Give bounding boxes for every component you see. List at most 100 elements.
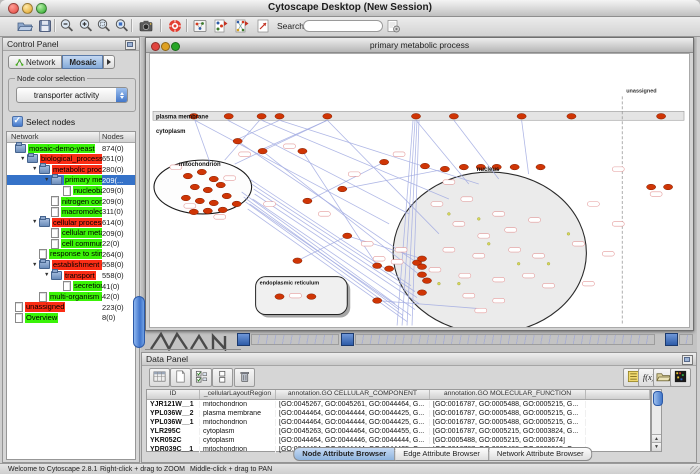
table-cell[interactable]: [GO:0005488, GO:0005215, GO:0003674] — [430, 437, 586, 444]
table-row[interactable]: YJR121W__1mitochondrion[GO:0045267, GO:0… — [147, 400, 650, 409]
network-node[interactable] — [323, 113, 332, 119]
node-label[interactable] — [529, 218, 541, 222]
network-node[interactable] — [181, 195, 190, 201]
network-name[interactable]: primary metabo — [64, 175, 102, 185]
window-resize-grip[interactable] — [690, 466, 700, 474]
table-cell[interactable]: YJR121W__1 — [147, 401, 200, 408]
node-label[interactable] — [395, 248, 407, 252]
import-network-icon[interactable] — [384, 18, 402, 35]
network-node[interactable] — [373, 263, 382, 269]
table-cell[interactable]: plasma membrane — [200, 410, 276, 417]
table-row[interactable]: YLR295Ccytoplasm[GO:0045263, GO:0044464,… — [147, 427, 650, 436]
background-window-corner[interactable] — [237, 333, 250, 346]
small-node[interactable] — [517, 262, 520, 265]
node-label[interactable] — [505, 228, 517, 232]
table-cell[interactable]: mitochondrion — [200, 419, 276, 426]
network-node[interactable] — [663, 184, 672, 190]
node-label[interactable] — [284, 144, 296, 148]
node-label[interactable] — [461, 197, 473, 201]
expand-arrow-icon[interactable]: ▼ — [44, 270, 51, 280]
zoom-out-icon[interactable] — [58, 18, 76, 35]
node-label[interactable] — [493, 212, 505, 216]
node-label[interactable] — [318, 212, 330, 216]
background-window-strip[interactable] — [355, 334, 655, 345]
table-row[interactable]: YPL036W__1mitochondrion[GO:0044464, GO:0… — [147, 418, 650, 427]
network-node[interactable] — [258, 148, 267, 154]
node-label[interactable] — [361, 242, 373, 246]
node-label[interactable] — [224, 176, 236, 180]
network-node[interactable] — [209, 176, 218, 182]
network-node[interactable] — [411, 113, 420, 119]
table-row[interactable]: YPL036W__2plasma membrane[GO:0044464, GO… — [147, 409, 650, 418]
tab-node-attribute-browser[interactable]: Node Attribute Browser — [293, 447, 395, 461]
help-icon[interactable] — [166, 18, 184, 35]
node-label[interactable] — [533, 254, 545, 258]
node-label[interactable] — [650, 192, 662, 196]
tab-network[interactable]: Network — [8, 55, 62, 69]
attribute-table-icon[interactable] — [149, 368, 170, 387]
network-name[interactable]: unassigned — [25, 302, 65, 312]
network-edge[interactable] — [228, 120, 409, 214]
node-label[interactable] — [493, 298, 505, 302]
node-label[interactable] — [429, 268, 441, 272]
network-node[interactable] — [417, 290, 426, 296]
network-node[interactable] — [218, 207, 227, 213]
float-panel-icon[interactable] — [125, 40, 136, 50]
delete-attribute-icon[interactable] — [234, 368, 255, 387]
vertical-scrollbar-thumb[interactable] — [133, 296, 145, 348]
node-label[interactable] — [431, 202, 443, 206]
small-node[interactable] — [447, 213, 450, 216]
tab-overflow-button[interactable] — [103, 55, 115, 69]
background-window-strip[interactable] — [251, 334, 339, 345]
small-node[interactable] — [487, 242, 490, 245]
node-label[interactable] — [459, 273, 471, 277]
node-label[interactable] — [214, 215, 226, 219]
table-cell[interactable]: [GO:0044464, GO:0044446, GO:0044444, G..… — [276, 437, 430, 444]
network-name[interactable]: cell communicat — [61, 239, 102, 249]
network-name[interactable]: biological_process — [40, 154, 102, 164]
network-node[interactable] — [567, 113, 576, 119]
network-name[interactable]: nitrogen compo — [61, 197, 102, 207]
scroll-down-icon[interactable]: ▼ — [652, 442, 661, 451]
node-label[interactable] — [612, 222, 624, 226]
tab-mosaic[interactable]: Mosaic — [62, 55, 103, 69]
save-icon[interactable] — [36, 18, 54, 35]
network-node[interactable] — [343, 233, 352, 239]
scrollbar-thumb[interactable] — [653, 391, 663, 406]
tab-network-attribute-browser[interactable]: Network Attribute Browser — [489, 447, 593, 461]
expand-arrow-icon[interactable]: ▼ — [32, 164, 39, 174]
node-label[interactable] — [473, 254, 485, 258]
network-name[interactable]: cellular process — [52, 218, 102, 228]
table-cell[interactable]: YDR039C__1 — [147, 446, 200, 453]
small-node[interactable] — [457, 282, 460, 285]
network-node[interactable] — [536, 164, 545, 170]
network-node[interactable] — [232, 201, 241, 207]
node-label[interactable] — [543, 283, 555, 287]
table-cell[interactable]: YPL036W__2 — [147, 410, 200, 417]
network-tree-header[interactable]: Network Nodes — [7, 132, 135, 143]
network-node[interactable] — [422, 278, 431, 284]
network-node[interactable] — [195, 198, 204, 204]
network-node[interactable] — [338, 186, 347, 192]
network-name[interactable]: establishment of lo — [52, 260, 102, 270]
node-label[interactable] — [391, 260, 403, 264]
network-node[interactable] — [373, 298, 382, 304]
small-node[interactable] — [567, 232, 570, 235]
network-node[interactable] — [307, 294, 316, 300]
small-node[interactable] — [477, 217, 480, 220]
background-window-corner[interactable] — [665, 333, 678, 346]
node-label[interactable] — [493, 277, 505, 281]
tree-row[interactable]: cell communicat22(0) — [7, 238, 135, 249]
node-label[interactable] — [443, 180, 455, 184]
tree-row[interactable]: multi-organism pro42(0) — [7, 291, 135, 302]
select-attributes-icon[interactable] — [191, 368, 212, 387]
network-node[interactable] — [517, 113, 526, 119]
node-label[interactable] — [612, 167, 624, 171]
network-name[interactable]: macromolecule — [61, 207, 102, 217]
search-input[interactable] — [303, 20, 383, 32]
node-label[interactable] — [523, 273, 535, 277]
table-row[interactable]: YKR052Ccytoplasm[GO:0044464, GO:0044446,… — [147, 436, 650, 445]
network-node[interactable] — [197, 169, 206, 175]
network-view-window[interactable]: primary metabolic process — [145, 37, 694, 331]
network-node[interactable] — [275, 113, 284, 119]
